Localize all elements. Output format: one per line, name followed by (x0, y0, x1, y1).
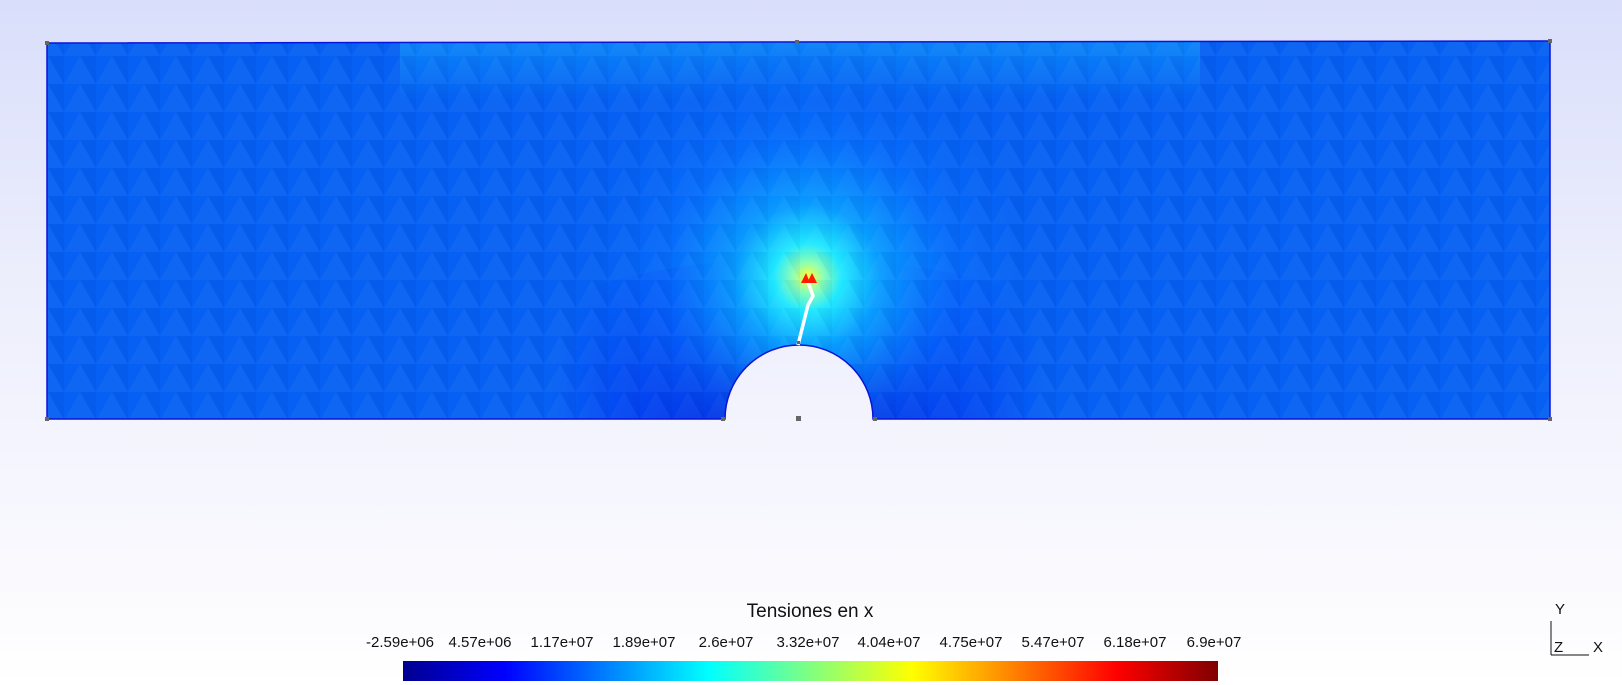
legend-labels: -2.59e+06 4.57e+06 1.17e+07 1.89e+07 2.6… (350, 634, 1250, 654)
viewport[interactable] (0, 0, 1622, 685)
legend-tick-label: 4.57e+06 (448, 634, 512, 651)
legend-title: Tensiones en x (746, 601, 874, 622)
legend-tick-label: 4.04e+07 (857, 634, 921, 651)
legend-tick-label: -2.59e+06 (366, 634, 434, 651)
z-axis-label: Z (1554, 639, 1564, 656)
legend-tick-label: 6.9e+07 (1186, 634, 1242, 651)
legend-tick-label: 1.89e+07 (612, 634, 676, 651)
legend-tick-label: 1.17e+07 (530, 634, 594, 651)
legend-tick-label: 4.75e+07 (939, 634, 1003, 651)
legend-tick-label: 5.47e+07 (1021, 634, 1085, 651)
colormap-bar (403, 661, 1218, 681)
plate-body[interactable] (46, 40, 1551, 578)
y-axis-label: Y (1555, 601, 1566, 618)
legend-tick-label: 3.32e+07 (776, 634, 840, 651)
legend-tick-label: 6.18e+07 (1103, 634, 1167, 651)
x-axis-label: X (1593, 639, 1604, 656)
legend-tick-label: 2.6e+07 (698, 634, 754, 651)
